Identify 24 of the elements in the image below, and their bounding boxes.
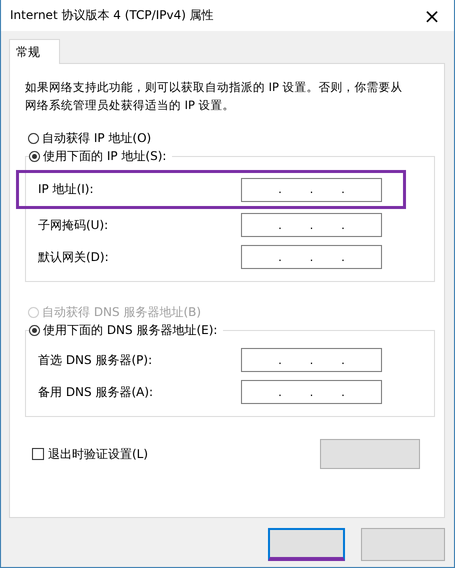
- radio-label: 使用下面的 DNS 服务器地址(E):: [43, 322, 218, 338]
- tab[interactable]: 常规: [9, 39, 60, 64]
- field-label: IP 地址(I):: [38, 181, 94, 198]
- checkbox-label: 退出时验证设置(L): [48, 446, 148, 462]
- ip-address-field[interactable]: . . .: [241, 348, 382, 372]
- description-text: 如果网络支持此功能，则可以获取自动指派的 IP 设置。否则，你需要从网络系统管理员处获得适当的 IP 设置。: [25, 79, 404, 114]
- ip-address-field[interactable]: . . .: [241, 213, 382, 237]
- close-button[interactable]: ×: [410, 0, 454, 31]
- ok-button[interactable]: [268, 528, 345, 561]
- field-label: 子网掩码(U):: [38, 216, 108, 234]
- ip-address-field[interactable]: . . .: [241, 178, 382, 202]
- window-title: Internet 协议版本 4 (TCP/IPv4) 属性: [10, 7, 214, 24]
- radio-button[interactable]: [29, 150, 40, 162]
- checkbox[interactable]: [32, 448, 44, 460]
- radio-label: 自动获得 IP 地址(O): [42, 130, 152, 146]
- field-label: 首选 DNS 服务器(P):: [38, 352, 152, 368]
- radio-label: 自动获得 DNS 服务器地址(B): [42, 304, 202, 320]
- ip-address-field[interactable]: . . .: [241, 245, 382, 269]
- field-label: 默认网关(D):: [38, 248, 109, 266]
- radio-button[interactable]: [29, 324, 40, 336]
- radio-label: 使用下面的 IP 地址(S):: [43, 148, 166, 164]
- radio-button[interactable]: [28, 132, 39, 144]
- ip-address-field[interactable]: . . .: [241, 380, 382, 404]
- field-label: 备用 DNS 服务器(A):: [38, 384, 154, 400]
